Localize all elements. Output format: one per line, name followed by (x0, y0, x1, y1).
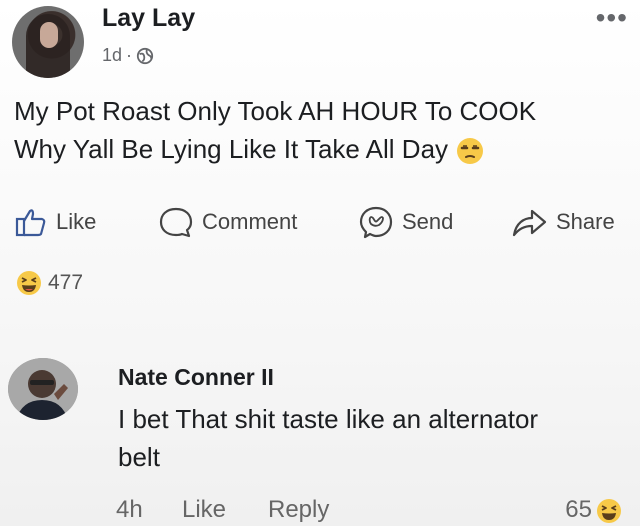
avatar-face (40, 22, 58, 48)
post-author[interactable]: Lay Lay (102, 4, 195, 33)
post-time[interactable]: 1d (102, 45, 122, 66)
like-button[interactable]: Like (14, 200, 96, 244)
globe-icon (136, 47, 154, 64)
reaction-summary[interactable]: 477 (16, 270, 83, 296)
unamused-face-icon (457, 138, 484, 165)
commenter-photo (8, 358, 78, 420)
meta-separator: · (126, 45, 133, 65)
laughing-face-icon (17, 271, 41, 295)
post-text-line-2-wrap: Why Yall Be Lying Like It Take All Day (14, 130, 614, 168)
comment-time[interactable]: 4h (116, 496, 143, 524)
post-text-line-1: My Pot Roast Only Took AH HOUR To COOK (14, 96, 537, 126)
share-arrow-icon (512, 209, 547, 237)
like-label: Like (56, 209, 97, 234)
post-text-line-2: Why Yall Be Lying Like It Take All Day (14, 134, 449, 164)
comment-button[interactable]: Comment (158, 200, 297, 244)
comment-text-line-1: I bet That shit taste like an alternator (118, 404, 539, 434)
comment-reaction-count[interactable]: 65 (565, 496, 592, 524)
laughing-face-icon (597, 499, 621, 523)
reaction-count: 477 (48, 271, 84, 294)
commenter-name[interactable]: Nate Conner II (118, 364, 274, 391)
share-label: Share (556, 209, 615, 234)
send-label: Send (402, 209, 454, 234)
comment-text: I bet That shit taste like an alternator… (118, 400, 618, 476)
comment-like-button[interactable]: Like (182, 496, 226, 524)
post-text: My Pot Roast Only Took AH HOUR To COOK W… (14, 92, 614, 168)
comment-text-line-2: belt (118, 442, 160, 472)
messenger-icon (359, 206, 393, 239)
post-meta: 1d · (102, 45, 154, 66)
comment-bubble-icon (159, 207, 193, 238)
author-avatar[interactable] (12, 6, 84, 78)
share-button[interactable]: Share (510, 200, 615, 244)
thumbs-up-icon (15, 209, 46, 237)
commenter-avatar[interactable] (8, 358, 78, 420)
send-button[interactable]: Send (358, 200, 453, 244)
comment-reply-button[interactable]: Reply (268, 496, 329, 524)
comment-label: Comment (202, 209, 298, 234)
more-options-button[interactable]: ••• (596, 2, 628, 34)
